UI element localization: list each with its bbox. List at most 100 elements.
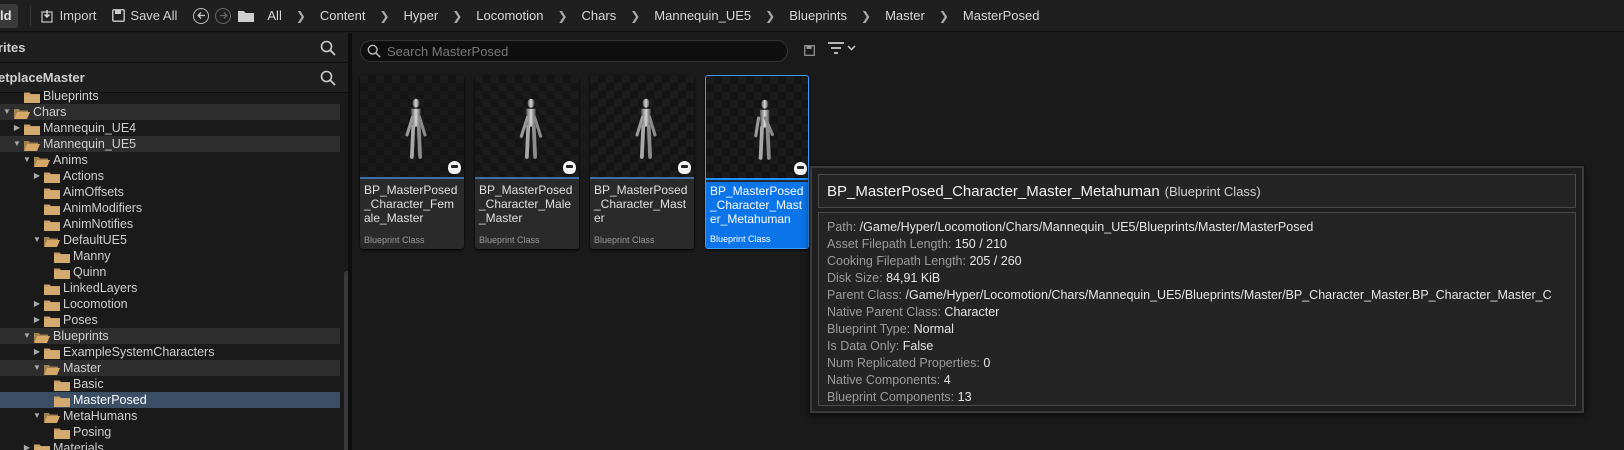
favorites-header[interactable]: rites — [0, 33, 348, 63]
breadcrumb-item[interactable]: Blueprints — [789, 8, 847, 23]
open-folder-icon — [44, 235, 60, 247]
tree-item-label: Basic — [73, 377, 104, 391]
breadcrumb-separator-icon[interactable]: ❯ — [861, 9, 871, 23]
asset-type: Blueprint Class — [594, 235, 655, 245]
import-label: Import — [59, 8, 97, 23]
folder-icon — [54, 427, 70, 439]
breadcrumb-item[interactable]: MasterPosed — [963, 8, 1040, 23]
tree-item[interactable]: AnimModifiers — [0, 200, 340, 216]
tree-item[interactable]: AnimNotifies — [0, 216, 340, 232]
open-folder-icon — [14, 107, 30, 119]
filter-button[interactable] — [828, 42, 856, 54]
folder-icon[interactable] — [237, 9, 255, 23]
tree-item[interactable]: LinkedLayers — [0, 280, 340, 296]
expanded-arrow-icon[interactable]: ▼ — [12, 136, 22, 152]
search-input[interactable] — [387, 43, 767, 59]
collapsed-arrow-icon[interactable]: ▶ — [32, 168, 42, 184]
search-icon[interactable] — [320, 40, 336, 56]
tree-item[interactable]: ▼ MetaHumans — [0, 408, 340, 424]
back-icon[interactable] — [193, 7, 210, 24]
collapsed-arrow-icon[interactable]: ▶ — [32, 312, 42, 328]
tree-item[interactable]: ▼ DefaultUE5 — [0, 232, 340, 248]
collapsed-arrow-icon[interactable]: ▶ — [32, 344, 42, 360]
filter-icon — [828, 42, 844, 54]
breadcrumb-separator-icon[interactable]: ❯ — [379, 9, 389, 23]
breadcrumb-separator-icon[interactable]: ❯ — [557, 9, 567, 23]
add-button[interactable]: ld — [0, 3, 18, 28]
tree-item-label: MetaHumans — [63, 409, 138, 423]
search-bar[interactable] — [360, 40, 788, 62]
breadcrumb-item[interactable]: Mannequin_UE5 — [654, 8, 751, 23]
collapsed-arrow-icon[interactable]: ▶ — [12, 120, 22, 136]
folder-icon — [24, 123, 40, 135]
property-key: Path: — [827, 220, 857, 234]
asset-tile[interactable]: BP_MasterPosed_Character_Master_Metahuma… — [705, 75, 809, 249]
tree-item[interactable]: ▼ Mannequin_UE5 — [0, 136, 340, 152]
tree-item[interactable]: Posing — [0, 424, 340, 440]
save-all-button[interactable]: Save All — [112, 8, 177, 23]
save-all-label: Save All — [130, 8, 178, 23]
asset-name: BP_MasterPosed_Character_Master — [594, 183, 688, 225]
tree-item[interactable]: ▼ Master — [0, 360, 340, 376]
expanded-arrow-icon[interactable]: ▼ — [32, 360, 42, 376]
breadcrumb-separator-icon[interactable]: ❯ — [939, 9, 949, 23]
sources-panel: rites etplaceMaster Blueprints ▼ Chars ▶ Man… — [0, 33, 352, 450]
tree-item[interactable]: MasterPosed — [0, 392, 340, 408]
tree-item[interactable]: AimOffsets — [0, 184, 340, 200]
tree-item-label: ExampleSystemCharacters — [63, 345, 215, 359]
forward-icon[interactable] — [215, 7, 232, 24]
tree-item-label: AnimModifiers — [63, 201, 143, 215]
tree-item[interactable]: ▶ Actions — [0, 168, 340, 184]
tree-item[interactable]: Basic — [0, 376, 340, 392]
breadcrumb-item[interactable]: Hyper — [404, 8, 439, 23]
tree-item[interactable]: ▶ Poses — [0, 312, 340, 328]
asset-tile[interactable]: BP_MasterPosed_Character_Master Blueprint… — [590, 75, 694, 249]
asset-type: Blueprint Class — [364, 235, 425, 245]
save-icon — [112, 9, 126, 22]
tree-item[interactable]: ▶ Mannequin_UE4 — [0, 120, 340, 136]
property-key: Asset Filepath Length: — [827, 237, 952, 251]
property-key: Disk Size: — [827, 271, 883, 285]
import-button[interactable]: Import — [40, 8, 97, 23]
breadcrumb-item[interactable]: Content — [320, 8, 366, 23]
expanded-arrow-icon[interactable]: ▼ — [32, 232, 42, 248]
collapsed-arrow-icon[interactable]: ▶ — [22, 440, 32, 450]
tree-item-label: Quinn — [73, 265, 107, 279]
collapsed-arrow-icon[interactable]: ▶ — [32, 296, 42, 312]
tree-item[interactable]: Quinn — [0, 264, 340, 280]
breadcrumb-separator-icon[interactable]: ❯ — [630, 9, 640, 23]
expanded-arrow-icon[interactable]: ▼ — [22, 152, 32, 168]
tree-item[interactable]: ▶ Materials — [0, 440, 340, 450]
tree-scrollbar[interactable] — [344, 271, 348, 450]
breadcrumb-item[interactable]: Locomotion — [476, 8, 543, 23]
tree-item[interactable]: ▶ Locomotion — [0, 296, 340, 312]
breadcrumb-item[interactable]: Master — [885, 8, 925, 23]
breadcrumb-item[interactable]: Chars — [582, 8, 617, 23]
chevron-down-icon — [847, 45, 856, 51]
tree-item[interactable]: ▼ Chars — [0, 104, 340, 120]
save-search-icon[interactable] — [804, 45, 815, 56]
expanded-arrow-icon[interactable]: ▼ — [22, 328, 32, 344]
asset-thumbnail — [590, 75, 694, 179]
add-button-label: ld — [0, 7, 12, 23]
asset-tile[interactable]: BP_MasterPosed_Character_Male_Master Blue… — [475, 75, 579, 249]
breadcrumb-separator-icon[interactable]: ❯ — [765, 9, 775, 23]
property-value: 205 / 260 — [969, 254, 1022, 268]
breadcrumb-separator-icon[interactable]: ❯ — [296, 9, 306, 23]
tree-item[interactable]: ▼ Blueprints — [0, 328, 340, 344]
breadcrumb-item[interactable]: All — [267, 8, 281, 23]
expanded-arrow-icon[interactable]: ▼ — [2, 104, 12, 120]
tooltip-property: Disk Size: 84,91 KiB — [827, 270, 1567, 287]
expanded-arrow-icon[interactable]: ▼ — [32, 408, 42, 424]
tree-item-label: Chars — [33, 105, 67, 119]
property-value: Character — [944, 305, 1000, 319]
tree-item[interactable]: Blueprints — [0, 88, 340, 104]
tree-item[interactable]: Manny — [0, 248, 340, 264]
tree-item-label: Master — [63, 361, 102, 375]
tree-item[interactable]: ▼ Anims — [0, 152, 340, 168]
character-skull-icon — [448, 161, 461, 174]
search-icon[interactable] — [320, 70, 336, 86]
tree-item[interactable]: ▶ ExampleSystemCharacters — [0, 344, 340, 360]
asset-tile[interactable]: BP_MasterPosed_Character_Female_Master Bl… — [360, 75, 464, 249]
breadcrumb-separator-icon[interactable]: ❯ — [452, 9, 462, 23]
